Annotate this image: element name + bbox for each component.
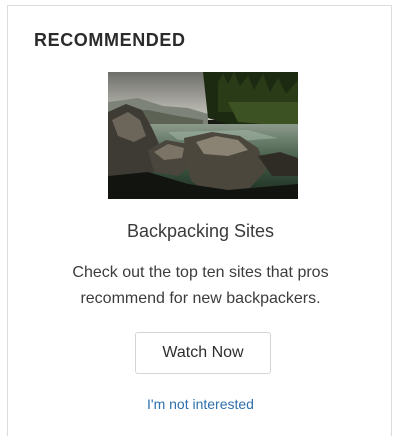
not-interested-link[interactable]: I'm not interested (8, 395, 393, 413)
item-title: Backpacking Sites (126, 221, 275, 241)
card-heading: RECOMMENDED (34, 30, 186, 50)
recommendation-card: RECOMMENDED Backpacking Sites Check out … (7, 5, 392, 436)
page: RECOMMENDED Backpacking Sites Check out … (0, 0, 394, 436)
river-landscape-image (108, 72, 298, 199)
item-description: Check out the top ten sites that pros re… (72, 264, 329, 307)
watch-now-button[interactable]: Watch Now (135, 332, 271, 374)
